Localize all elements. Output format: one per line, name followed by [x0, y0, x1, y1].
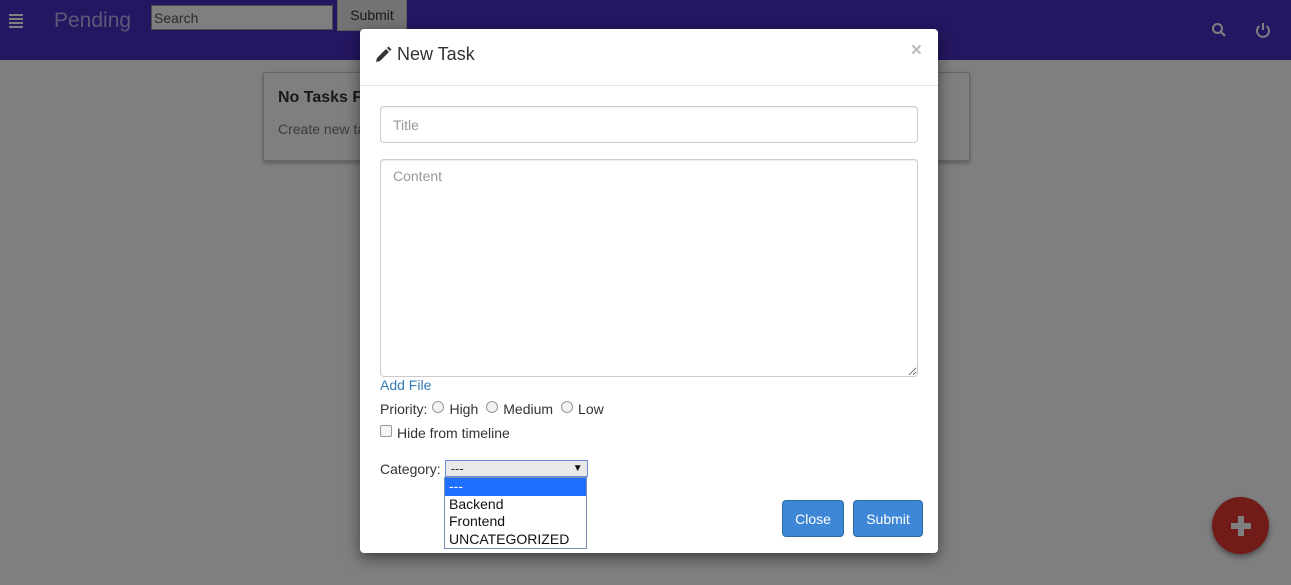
new-task-modal: New Task × Add File Priority: High Mediu…: [360, 29, 938, 553]
modal-header: New Task ×: [360, 29, 938, 86]
caret-down-icon: ▼: [572, 463, 583, 474]
category-option[interactable]: Frontend: [445, 513, 586, 531]
hide-from-timeline-checkbox[interactable]: [380, 425, 392, 437]
hide-from-timeline-row: Hide from timeline: [380, 425, 510, 441]
category-option[interactable]: Backend: [445, 496, 586, 514]
priority-low-radio[interactable]: [561, 401, 574, 413]
category-option[interactable]: ---: [445, 478, 586, 496]
close-icon[interactable]: ×: [911, 40, 922, 62]
modal-title: New Task: [374, 44, 475, 65]
priority-medium-label[interactable]: Medium: [503, 401, 553, 417]
submit-button[interactable]: Submit: [853, 500, 923, 537]
close-button[interactable]: Close: [782, 500, 844, 537]
category-select[interactable]: --- ▼: [444, 460, 588, 477]
category-selected-value: ---: [450, 461, 464, 476]
priority-medium-radio[interactable]: [486, 401, 499, 413]
priority-high-radio[interactable]: [432, 401, 445, 413]
hide-from-timeline-label[interactable]: Hide from timeline: [397, 425, 510, 441]
category-dropdown: --- Backend Frontend UNCATEGORIZED: [444, 477, 587, 549]
priority-low-label[interactable]: Low: [578, 401, 604, 417]
title-input[interactable]: [380, 106, 918, 143]
category-row: Category: --- ▼: [380, 460, 588, 477]
modal-title-text: New Task: [397, 44, 475, 64]
priority-high-label[interactable]: High: [449, 401, 478, 417]
category-label: Category:: [380, 460, 441, 477]
priority-label: Priority:: [380, 401, 428, 417]
pencil-icon: [376, 46, 392, 62]
category-option[interactable]: UNCATEGORIZED: [445, 531, 586, 549]
content-input[interactable]: [380, 159, 918, 377]
priority-row: Priority: High Medium Low: [380, 401, 607, 417]
add-file-link[interactable]: Add File: [380, 377, 431, 393]
